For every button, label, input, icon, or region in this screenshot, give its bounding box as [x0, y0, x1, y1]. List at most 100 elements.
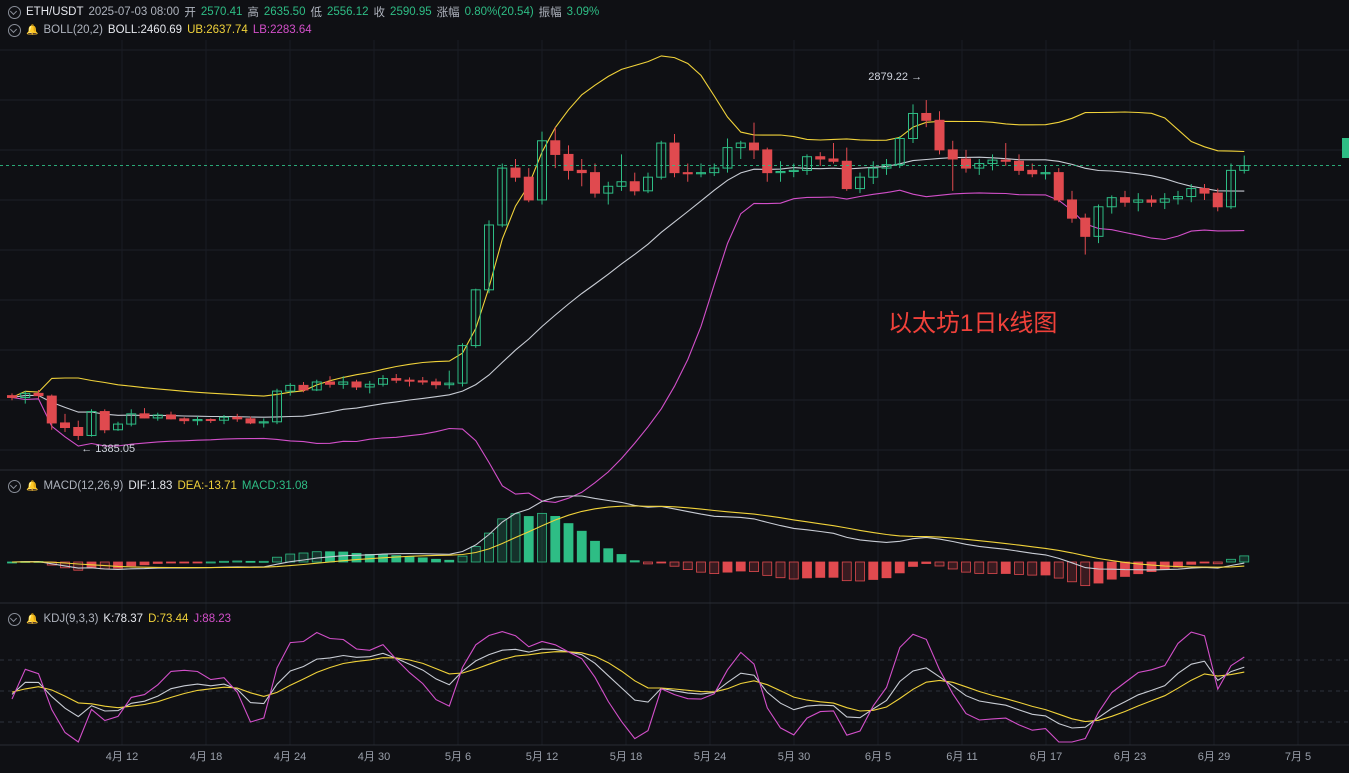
candle-body	[762, 149, 773, 174]
x-axis: 4月 12 4月 18 4月 24 4月 30 5月 6 5月 12 5月 18 5月 24 5…	[106, 751, 1311, 763]
candle	[1093, 204, 1104, 244]
candle	[974, 158, 985, 175]
candle	[73, 420, 84, 441]
x-axis-label: 5月 18	[610, 751, 642, 763]
kdj-j-line	[11, 631, 1245, 743]
candle	[643, 172, 653, 194]
macd-bar	[881, 561, 892, 579]
macd-bar	[815, 561, 826, 578]
bell-icon[interactable]: 🔔	[26, 481, 38, 492]
x-axis-label: 6月 23	[1114, 751, 1146, 763]
candle	[1053, 168, 1064, 203]
x-axis-label: 5月 24	[694, 751, 726, 763]
macd-bar	[616, 554, 627, 563]
candle-body	[417, 380, 428, 383]
macd-bar	[1040, 561, 1051, 576]
high-price-marker: 2879.22 →	[868, 71, 922, 83]
candle-body	[510, 167, 521, 178]
kline-chart[interactable]: 2879.22 → ← 1385.05 4月 12 4月 18 4月 24 4月 30 5月…	[0, 0, 1349, 773]
candle	[285, 383, 296, 396]
candle	[868, 161, 879, 185]
low-value: 2556.12	[326, 6, 369, 18]
candle	[510, 158, 521, 182]
candle	[245, 416, 256, 425]
macd-bar	[961, 561, 971, 573]
macd-bar	[404, 556, 415, 563]
candle-body	[934, 119, 945, 151]
candle	[603, 181, 614, 205]
collapse-icon[interactable]	[8, 23, 21, 37]
macd-bar	[682, 561, 693, 571]
collapse-icon[interactable]	[8, 612, 21, 626]
macd-bar	[1000, 561, 1011, 574]
candle	[1133, 193, 1144, 212]
x-axis-label: 6月 17	[1030, 751, 1062, 763]
candle-body	[669, 142, 680, 174]
candle-body	[576, 169, 587, 174]
candle	[311, 379, 322, 392]
macd-bar	[974, 561, 985, 574]
candle-body	[749, 142, 759, 151]
bell-icon[interactable]: 🔔	[26, 614, 38, 625]
macd-bar	[311, 551, 322, 563]
candle	[934, 111, 945, 155]
candle	[855, 172, 865, 194]
candle	[391, 374, 402, 384]
change-value: 0.80%(20.54)	[464, 6, 534, 18]
candle-body	[921, 112, 932, 121]
candle	[961, 149, 971, 173]
macd-bar	[908, 561, 918, 567]
macd-bar	[1093, 561, 1104, 584]
macd-bar	[258, 560, 269, 563]
candle	[616, 154, 627, 191]
x-axis-label: 6月 29	[1198, 751, 1230, 763]
candle-body	[166, 414, 176, 420]
collapse-icon[interactable]	[8, 479, 21, 493]
boll-lower-line	[11, 189, 1245, 503]
amplitude-value: 3.09%	[566, 6, 600, 18]
macd-bar	[1186, 561, 1197, 565]
bell-icon[interactable]: 🔔	[26, 25, 38, 36]
candle-body	[590, 172, 600, 194]
macd-bar	[431, 558, 441, 563]
macd-bar	[629, 560, 640, 563]
candle	[484, 220, 494, 294]
candle-body	[828, 158, 839, 162]
candle-body	[1000, 159, 1011, 162]
macd-bar	[603, 548, 614, 563]
candle-body	[815, 156, 826, 160]
macd-legend: 🔔 MACD(12,26,9) DIF:1.83 DEA:-13.71 MACD…	[0, 477, 313, 495]
candle	[166, 411, 176, 420]
macd-bar	[113, 561, 123, 569]
candle	[86, 409, 97, 437]
macd-bar	[563, 523, 574, 563]
kdj-k-line	[11, 648, 1245, 729]
macd-bar	[894, 561, 905, 574]
collapse-icon[interactable]	[8, 5, 21, 19]
candle	[1080, 213, 1091, 255]
candle	[537, 131, 547, 205]
candle	[1120, 190, 1130, 207]
x-axis-label: 6月 5	[865, 751, 891, 763]
candle-body	[46, 395, 57, 424]
candle	[60, 413, 70, 433]
macd-bar	[523, 516, 534, 563]
macd-bar	[921, 561, 932, 564]
macd-histogram	[7, 512, 1250, 587]
macd-bar	[802, 561, 812, 579]
macd-bar	[152, 561, 163, 564]
candle	[1067, 190, 1077, 223]
boll-upper-line	[11, 55, 1245, 398]
candle-body	[60, 422, 70, 428]
macd-bar	[947, 561, 958, 570]
macd-bar	[1199, 561, 1210, 564]
candle-body	[179, 418, 190, 422]
macd-bar	[139, 561, 150, 566]
macd-bar	[166, 561, 176, 564]
macd-bar	[775, 561, 786, 579]
candle	[1000, 143, 1011, 166]
candle	[444, 370, 455, 389]
macd-bar	[417, 557, 428, 563]
candle	[523, 168, 534, 203]
candle	[152, 412, 163, 421]
